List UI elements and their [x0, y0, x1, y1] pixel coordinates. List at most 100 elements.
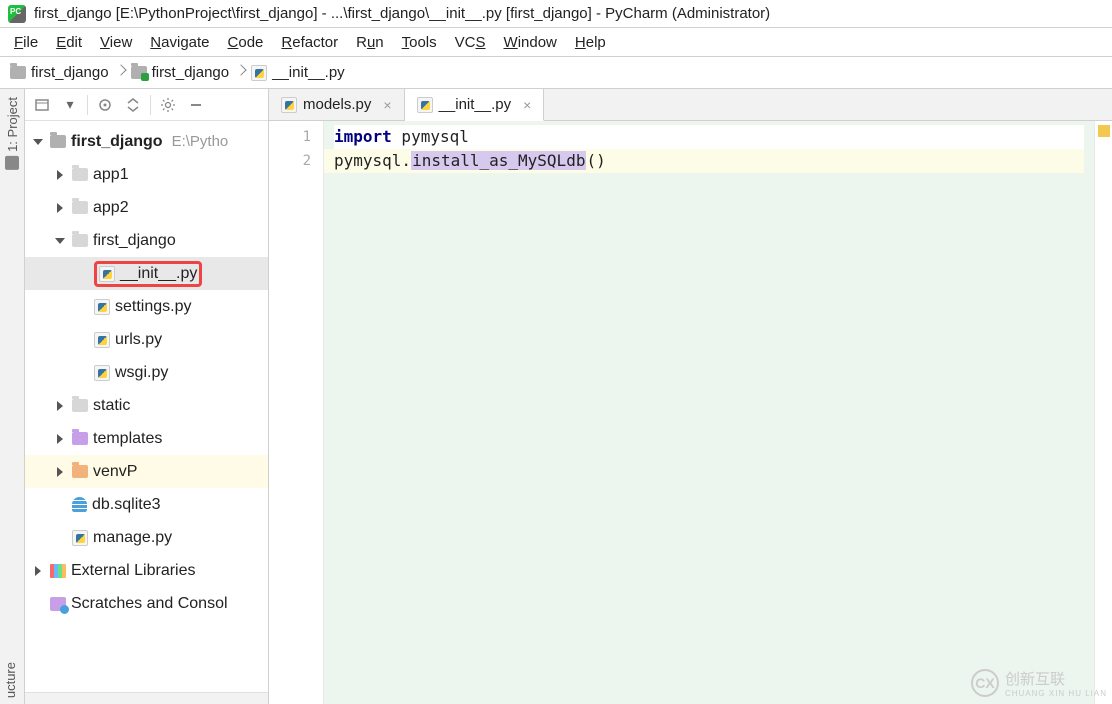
- breadcrumb-label-0: first_django: [31, 64, 109, 81]
- tree-node-settings[interactable]: settings.py: [25, 290, 268, 323]
- editor-error-stripe[interactable]: [1094, 121, 1112, 704]
- menu-tools[interactable]: Tools: [394, 31, 445, 54]
- close-icon[interactable]: ×: [383, 97, 391, 113]
- close-icon[interactable]: ×: [523, 97, 531, 113]
- menu-navigate[interactable]: Navigate: [142, 31, 217, 54]
- menu-edit[interactable]: Edit: [48, 31, 90, 54]
- watermark: CX 创新互联 CHUANG XIN HU LIAN: [971, 668, 1107, 698]
- tree-label-wsgi: wsgi.py: [115, 364, 168, 382]
- tree-node-manage[interactable]: manage.py: [25, 521, 268, 554]
- tab-label-0: models.py: [303, 96, 371, 113]
- menu-file[interactable]: File: [6, 31, 46, 54]
- tree-label-scratch: Scratches and Consol: [71, 595, 228, 613]
- python-file-icon: [99, 266, 115, 282]
- tab-init[interactable]: __init__.py ×: [405, 89, 545, 121]
- arrow-right-icon[interactable]: [53, 168, 67, 182]
- annotation-highlight: __init__.py: [94, 261, 202, 287]
- arrow-right-icon[interactable]: [53, 465, 67, 479]
- tree-label-init: __init__.py: [120, 265, 197, 283]
- watermark-label: 创新互联: [1005, 668, 1107, 689]
- tree-hint-root: E:\Pytho: [172, 133, 229, 150]
- tree-label-static: static: [93, 397, 130, 415]
- python-file-icon: [281, 97, 297, 113]
- tree-node-wsgi[interactable]: wsgi.py: [25, 356, 268, 389]
- tool-tab-project-label: 1: Project: [5, 97, 20, 152]
- breadcrumb-item-2[interactable]: __init__.py: [245, 62, 351, 83]
- tree-label-manage: manage.py: [93, 529, 172, 547]
- breadcrumb-label-2: __init__.py: [272, 64, 345, 81]
- tree-label-settings: settings.py: [115, 298, 191, 316]
- scroll-from-source-button[interactable]: [94, 94, 116, 116]
- breadcrumb: first_django first_django __init__.py: [0, 57, 1112, 89]
- tree-node-app2[interactable]: app2: [25, 191, 268, 224]
- tool-tab-structure[interactable]: ucture: [3, 662, 18, 698]
- warning-marker[interactable]: [1098, 125, 1110, 137]
- editor-gutter: 1 2: [269, 121, 324, 704]
- tree-node-root[interactable]: first_django E:\Pytho: [25, 125, 268, 158]
- folder-icon: [72, 465, 88, 478]
- line-number: 1: [269, 125, 311, 149]
- tree-node-external-libraries[interactable]: External Libraries: [25, 554, 268, 587]
- breadcrumb-item-0[interactable]: first_django: [4, 62, 115, 83]
- python-file-icon: [417, 97, 433, 113]
- tree-label-ext: External Libraries: [71, 562, 196, 580]
- menu-help[interactable]: Help: [567, 31, 614, 54]
- arrow-right-icon[interactable]: [53, 201, 67, 215]
- menu-refactor[interactable]: Refactor: [273, 31, 346, 54]
- arrow-down-icon[interactable]: [53, 234, 67, 248]
- python-file-icon: [72, 530, 88, 546]
- folder-icon: [72, 168, 88, 181]
- tree-label-db: db.sqlite3: [92, 496, 161, 514]
- tree-node-templates[interactable]: templates: [25, 422, 268, 455]
- tree-node-static[interactable]: static: [25, 389, 268, 422]
- settings-button[interactable]: [157, 94, 179, 116]
- pycharm-icon: [8, 5, 26, 23]
- tool-window-strip-left: 1: Project: [0, 89, 25, 704]
- breadcrumb-label-1: first_django: [152, 64, 230, 81]
- libraries-icon: [50, 564, 66, 578]
- arrow-right-icon[interactable]: [53, 399, 67, 413]
- editor-content[interactable]: 1 2 import pymysql pymysql.install_as_My…: [269, 121, 1112, 704]
- chevron-right-icon: [235, 64, 245, 82]
- menu-view[interactable]: View: [92, 31, 140, 54]
- python-file-icon: [94, 365, 110, 381]
- folder-icon: [72, 432, 88, 445]
- arrow-right-icon[interactable]: [31, 564, 45, 578]
- breadcrumb-item-1[interactable]: first_django: [125, 62, 236, 83]
- tree-node-app1[interactable]: app1: [25, 158, 268, 191]
- folder-icon: [72, 234, 88, 247]
- tree-node-db[interactable]: db.sqlite3: [25, 488, 268, 521]
- editor-tabs: models.py × __init__.py ×: [269, 89, 1112, 121]
- arrow-down-icon[interactable]: [31, 135, 45, 149]
- folder-django-icon: [131, 66, 147, 79]
- line-number: 2: [269, 149, 311, 173]
- code[interactable]: import pymysql pymysql.install_as_MySQLd…: [324, 121, 1094, 704]
- tree-label-first-django: first_django: [93, 232, 176, 250]
- tree-node-venv[interactable]: venvP: [25, 455, 268, 488]
- menu-run[interactable]: Run: [348, 31, 392, 54]
- collapse-all-button[interactable]: [122, 94, 144, 116]
- tree-node-scratches[interactable]: Scratches and Consol: [25, 587, 268, 620]
- tab-models[interactable]: models.py ×: [269, 89, 405, 120]
- dropdown-arrow-icon[interactable]: ▾: [59, 94, 81, 116]
- view-mode-button[interactable]: [31, 94, 53, 116]
- tool-tab-project[interactable]: 1: Project: [3, 93, 22, 174]
- arrow-right-icon[interactable]: [53, 432, 67, 446]
- tree-node-urls[interactable]: urls.py: [25, 323, 268, 356]
- project-panel: ▾ first_django E:\Pytho: [25, 89, 269, 704]
- python-file-icon: [94, 299, 110, 315]
- project-tree[interactable]: first_django E:\Pytho app1 app2 first_dj…: [25, 121, 268, 692]
- tree-node-init[interactable]: __init__.py: [25, 257, 268, 290]
- horizontal-scrollbar[interactable]: [25, 692, 268, 704]
- tree-label-app1: app1: [93, 166, 129, 184]
- code-line-2: pymysql.install_as_MySQLdb(): [334, 149, 1084, 173]
- tree-node-first-django[interactable]: first_django: [25, 224, 268, 257]
- menu-code[interactable]: Code: [220, 31, 272, 54]
- chevron-right-icon: [115, 64, 125, 82]
- menu-window[interactable]: Window: [496, 31, 565, 54]
- project-icon: [5, 156, 19, 170]
- hide-button[interactable]: [185, 94, 207, 116]
- window-title-bar: first_django [E:\PythonProject\first_dja…: [0, 0, 1112, 28]
- tree-label-templates: templates: [93, 430, 162, 448]
- menu-vcs[interactable]: VCS: [447, 31, 494, 54]
